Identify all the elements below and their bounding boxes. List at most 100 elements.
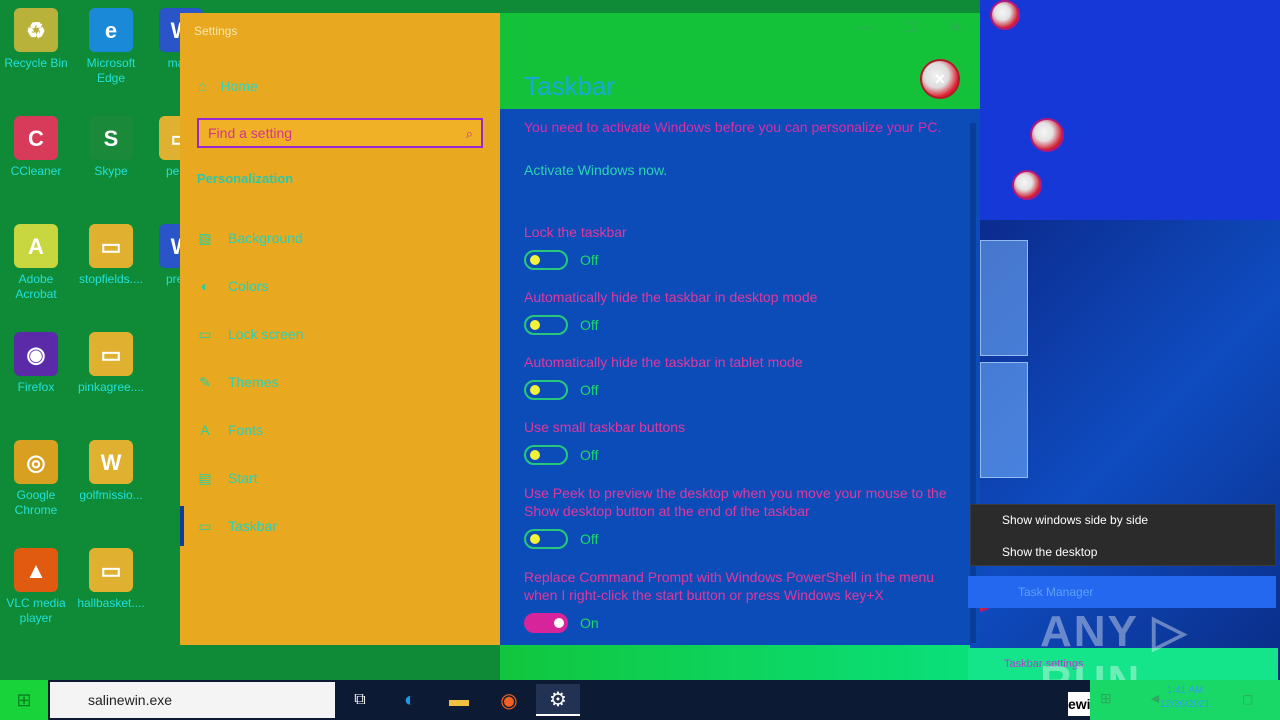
- close-icon[interactable]: ✕: [950, 19, 962, 36]
- themes-icon: ✎: [199, 373, 211, 390]
- sidebar-item-start[interactable]: ▤ Start: [180, 458, 500, 498]
- settings-content: — ☐ ✕ Taskbar You need to activate Windo…: [500, 13, 980, 645]
- toggle-state: On: [580, 615, 599, 631]
- app-icon: ▭: [89, 332, 133, 376]
- app-icon: C: [14, 116, 58, 160]
- app-icon: ◉: [14, 332, 58, 376]
- toggle-state: Off: [580, 531, 599, 547]
- option-label: Use Peek to preview the desktop when you…: [524, 485, 947, 519]
- desktop-icon-2[interactable]: e Microsoft Edge: [75, 8, 147, 86]
- start-button[interactable]: ⊞: [0, 680, 48, 720]
- toggle-state: Off: [580, 382, 599, 398]
- desktop-icon-label: hallbasket....: [77, 596, 145, 610]
- corruption-blob: [1030, 118, 1064, 152]
- desktop-icon-label: Firefox: [17, 380, 55, 394]
- desktop-icon-label: pinkagree....: [77, 380, 145, 394]
- toggle-knob: [554, 618, 564, 628]
- desktop-icon-8[interactable]: ▭ stopfields....: [75, 224, 147, 287]
- toggle-state: Off: [580, 317, 599, 333]
- minimize-icon[interactable]: —: [860, 19, 874, 35]
- menu-item-side-by-side[interactable]: Show windows side by side: [971, 505, 1275, 537]
- toggle-knob: [530, 255, 540, 265]
- menu-item-show-desktop[interactable]: Show the desktop: [971, 537, 1275, 569]
- corruption-blob: [1012, 170, 1042, 200]
- option-label: Lock the taskbar: [524, 224, 627, 240]
- desktop-icon-11[interactable]: ▭ pinkagree....: [75, 332, 147, 395]
- toggle-switch[interactable]: [524, 445, 568, 465]
- option-label: Automatically hide the taskbar in tablet…: [524, 354, 803, 370]
- home-icon: ⌂: [198, 78, 207, 94]
- clock-date: 12/26/2021: [1160, 699, 1211, 710]
- home-link[interactable]: ⌂ Home: [198, 78, 258, 94]
- network-icon[interactable]: ⊞: [1100, 690, 1112, 707]
- find-setting-input[interactable]: Find a setting ⌕: [197, 118, 483, 148]
- desktop-icon-15[interactable]: ▭ hallbasket....: [75, 548, 147, 611]
- sidebar-item-label: Themes: [228, 374, 279, 390]
- desktop-icon-label: stopfields....: [78, 272, 144, 286]
- toggle-switch[interactable]: [524, 250, 568, 270]
- clock[interactable]: 1:41 AM 12/26/2021: [1160, 684, 1210, 712]
- taskbar-search-value: salinewin.exe: [88, 692, 173, 708]
- toggle-knob: [530, 450, 540, 460]
- desktop-icon-label: Recycle Bin: [4, 56, 68, 70]
- desktop-icon-14[interactable]: ▲ VLC media player: [0, 548, 72, 626]
- app-icon: A: [14, 224, 58, 268]
- page-header: — ☐ ✕ Taskbar: [500, 13, 980, 109]
- app-icon: ▭: [89, 224, 133, 268]
- desktop-icon-5[interactable]: S Skype: [75, 116, 147, 179]
- corrupted-strip: [500, 645, 970, 680]
- toggle-switch[interactable]: [524, 613, 568, 633]
- search-placeholder: Find a setting: [208, 125, 293, 141]
- activate-windows-link[interactable]: Activate Windows now.: [524, 162, 667, 178]
- desktop-icon-10[interactable]: ◉ Firefox: [0, 332, 72, 395]
- toggle-switch[interactable]: [524, 529, 568, 549]
- desktop-icon-7[interactable]: A Adobe Acrobat: [0, 224, 72, 302]
- settings-taskbar-icon[interactable]: ⚙: [536, 684, 580, 716]
- desktop-icon-12[interactable]: ◎ Google Chrome: [0, 440, 72, 518]
- start-icon: ▤: [198, 469, 212, 486]
- sidebar-item-themes[interactable]: ✎ Themes: [180, 362, 500, 402]
- app-icon: ▭: [89, 548, 133, 592]
- taskbar-icon: ▭: [198, 517, 212, 534]
- home-label: Home: [220, 78, 258, 94]
- windows-icon: ⊞: [16, 689, 32, 710]
- sidebar-item-label: Start: [228, 470, 258, 486]
- app-icon: ◎: [14, 440, 58, 484]
- option-label: Replace Command Prompt with Windows Powe…: [524, 569, 935, 603]
- notifications-icon[interactable]: ▢: [1242, 692, 1253, 706]
- task-view-icon[interactable]: ⧉: [338, 684, 382, 716]
- desktop-icon-13[interactable]: Wgolfmissio...: [75, 440, 147, 503]
- desktop-icon-1[interactable]: ♻ Recycle Bin: [0, 8, 72, 71]
- firefox-taskbar-icon[interactable]: ◉: [487, 684, 531, 716]
- page-title: Taskbar: [524, 71, 616, 101]
- toggle-switch[interactable]: [524, 315, 568, 335]
- sidebar-item-lock-screen[interactable]: ▭ Lock screen: [180, 314, 500, 354]
- file-explorer-icon[interactable]: ▬: [437, 684, 481, 716]
- activation-message: You need to activate Windows before you …: [524, 119, 942, 135]
- sidebar-item-taskbar[interactable]: ▭ Taskbar: [180, 506, 500, 546]
- menu-item-task-manager[interactable]: Task Manager: [968, 576, 1276, 608]
- desktop-icon-label: VLC media player: [6, 596, 66, 625]
- app-icon: ▲: [14, 548, 58, 592]
- taskbar-context-menu: Show windows side by side Show the deskt…: [970, 504, 1276, 566]
- edge-taskbar-icon[interactable]: ◐: [388, 684, 432, 716]
- desktop-icon-label: CCleaner: [10, 164, 62, 178]
- desktop-icon-4[interactable]: C CCleaner: [0, 116, 72, 179]
- sidebar-item-background[interactable]: ▨ Background: [180, 218, 500, 258]
- toggle-state: Off: [580, 252, 599, 268]
- toggle-switch[interactable]: [524, 380, 568, 400]
- ewi-taskbar-item[interactable]: ewi: [1068, 692, 1091, 716]
- sidebar-item-label: Background: [228, 230, 303, 246]
- sidebar-item-fonts[interactable]: A Fonts: [180, 410, 500, 450]
- taskbar-search-input[interactable]: salinewin.exe: [50, 682, 335, 718]
- app-icon: e: [89, 8, 133, 52]
- sidebar-item-label: Colors: [228, 278, 269, 294]
- windows-logo-wallpaper: [980, 240, 1030, 480]
- desktop-icon-label: Skype: [94, 164, 128, 178]
- desktop-icon-label: Google Chrome: [14, 488, 58, 517]
- app-icon: ♻: [14, 8, 58, 52]
- desktop-icon-label: Adobe Acrobat: [15, 272, 57, 301]
- sidebar-item-label: Lock screen: [228, 326, 304, 342]
- sidebar-item-colors[interactable]: ◐ Colors: [180, 266, 500, 306]
- maximize-icon[interactable]: ☐: [904, 19, 917, 36]
